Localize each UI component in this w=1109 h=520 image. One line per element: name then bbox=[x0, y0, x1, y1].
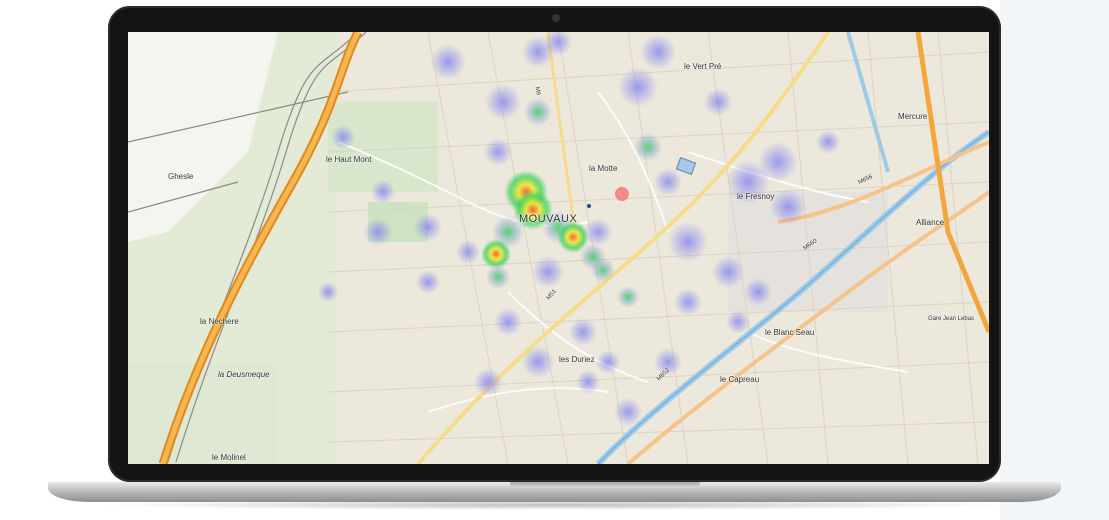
laptop-notch bbox=[510, 482, 700, 488]
place-label-le-blanc-seau: le Blanc Seau bbox=[765, 328, 815, 337]
place-label-le-fresnoy: le Fresnoy bbox=[737, 192, 775, 201]
place-label-gare-jean-lebas: Gare Jean Lebas bbox=[928, 316, 975, 322]
road-label-m9: M9 bbox=[533, 86, 541, 96]
map-view[interactable]: le Vert Pré le Haut Mont la Motte MOUVAU… bbox=[128, 32, 989, 464]
laptop-base bbox=[48, 482, 1061, 502]
place-label-le-capreau: le Capreau bbox=[720, 375, 760, 384]
laptop-frame: le Vert Pré le Haut Mont la Motte MOUVAU… bbox=[108, 6, 1001, 482]
place-label-le-vert-pre: le Vert Pré bbox=[684, 62, 722, 71]
camera-icon bbox=[552, 14, 560, 22]
place-label-ghesle: Ghesle bbox=[168, 172, 194, 181]
place-label-la-deusmeque: la Deusmeque bbox=[218, 370, 270, 379]
place-label-mercure: Mercure bbox=[898, 112, 928, 121]
background-panel bbox=[1000, 0, 1109, 520]
place-label-mouvaux: MOUVAUX bbox=[519, 213, 578, 225]
marker bbox=[615, 187, 629, 201]
poi-dot bbox=[587, 204, 591, 208]
map-canvas[interactable] bbox=[128, 32, 989, 464]
place-label-le-haut-mont: le Haut Mont bbox=[326, 155, 372, 164]
place-label-la-nechere: la Nechere bbox=[200, 317, 239, 326]
place-label-les-duriez: les Duriez bbox=[559, 355, 595, 364]
place-label-la-motte: la Motte bbox=[589, 164, 618, 173]
place-label-le-molinel: le Molinel bbox=[212, 453, 246, 462]
place-label-alliance: Alliance bbox=[916, 218, 945, 227]
